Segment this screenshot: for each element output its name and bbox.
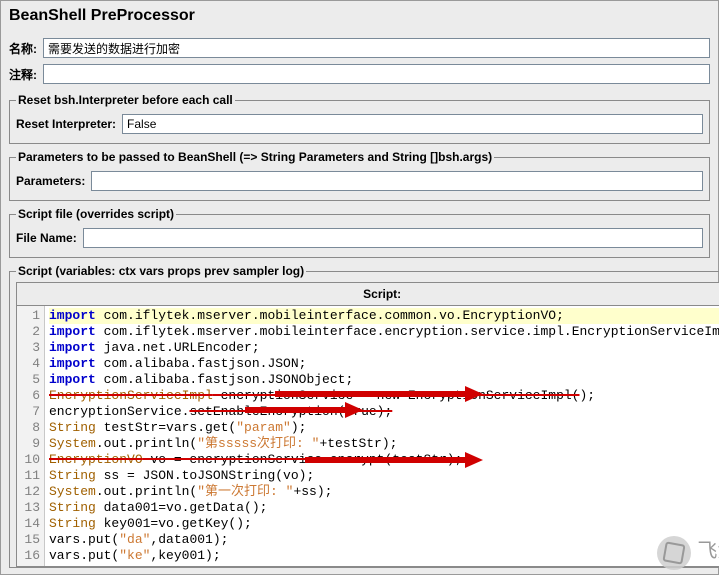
annotation-arrow (245, 407, 345, 413)
reset-interpreter-group: Reset bsh.Interpreter before each call R… (9, 93, 710, 144)
arrow-head-icon (465, 386, 483, 402)
line-number-gutter: 12345678910111213141516 (17, 306, 45, 566)
watermark-logo-icon (657, 536, 691, 570)
reset-interpreter-label: Reset Interpreter: (16, 117, 116, 131)
parameters-label: Parameters: (16, 174, 85, 188)
script-header-label: Script: (16, 282, 719, 305)
watermark-text: 飞测 (697, 545, 719, 561)
file-name-input[interactable] (83, 228, 703, 248)
name-input[interactable] (43, 38, 710, 58)
reset-interpreter-input[interactable] (122, 114, 703, 134)
file-name-label: File Name: (16, 231, 77, 245)
reset-interpreter-legend: Reset bsh.Interpreter before each call (16, 93, 235, 107)
script-legend: Script (variables: ctx vars props prev s… (16, 264, 306, 278)
comment-label: 注释: (9, 66, 37, 83)
preprocessor-panel: BeanShell PreProcessor 名称: 注释: Reset bsh… (0, 0, 719, 575)
arrow-head-icon (345, 402, 363, 418)
annotation-arrow (275, 391, 465, 397)
name-label: 名称: (9, 40, 37, 57)
annotation-arrow (305, 457, 465, 463)
parameters-legend: Parameters to be passed to BeanShell (=>… (16, 150, 494, 164)
comment-input[interactable] (43, 64, 710, 84)
script-file-legend: Script file (overrides script) (16, 207, 176, 221)
script-group: Script (variables: ctx vars props prev s… (9, 264, 719, 568)
script-file-group: Script file (overrides script) File Name… (9, 207, 710, 258)
script-code[interactable]: import com.iflytek.mserver.mobileinterfa… (45, 306, 719, 566)
watermark: 飞测 (657, 536, 719, 570)
parameters-group: Parameters to be passed to BeanShell (=>… (9, 150, 710, 201)
parameters-input[interactable] (91, 171, 703, 191)
panel-title: BeanShell PreProcessor (1, 1, 718, 35)
arrow-head-icon (465, 452, 483, 468)
script-editor[interactable]: 12345678910111213141516 import com.iflyt… (16, 305, 719, 567)
